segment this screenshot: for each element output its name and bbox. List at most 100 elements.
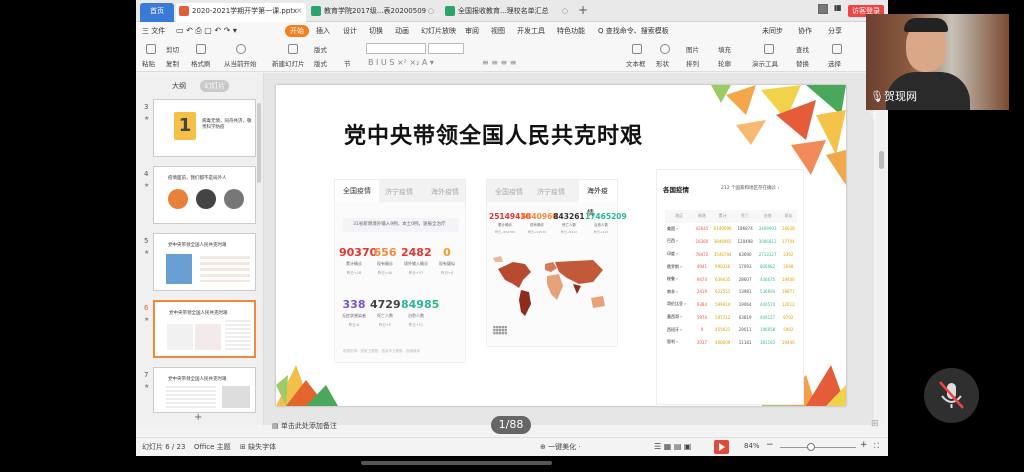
tab-outline[interactable]: 大纲	[168, 80, 190, 92]
picture-button[interactable]: 图片	[686, 44, 699, 54]
scrollbar-thumb[interactable]	[879, 151, 884, 169]
photo-image	[222, 386, 250, 408]
select-icon[interactable]	[832, 44, 842, 54]
slide-thumbnail-7[interactable]: 党中央带领全国人民共克时艰	[153, 367, 256, 413]
zoom-in-icon[interactable]: +	[860, 440, 868, 450]
stat-block: 4729 死亡人数 昨日+0	[370, 298, 401, 328]
view-mode-icons[interactable]: ☰ ▦ ▤ ▣	[654, 442, 691, 451]
zoom-level[interactable]: 84%	[744, 442, 760, 450]
notes-area[interactable]: ▤ 单击此处添加备注	[264, 419, 874, 433]
thumbnail-scrollbar[interactable]	[257, 103, 261, 183]
wps-presentation-window: 首页 2020-2021学期开学第一课.pptx ✕ 教育学院2017级...表…	[136, 0, 888, 456]
table-row[interactable]: 美国 › 42645 6140096 186874 3409003 16638	[665, 223, 797, 236]
layout-button[interactable]: 版式	[314, 44, 327, 54]
cut-button[interactable]: 剪切	[166, 44, 179, 54]
home-tab[interactable]: 首页	[140, 3, 174, 22]
ppt-file-icon	[179, 6, 189, 16]
menu-transition[interactable]: 切换	[369, 25, 383, 37]
grid-view-icon[interactable]: ⊞	[871, 419, 879, 429]
fit-window-icon[interactable]: ⛶	[874, 442, 879, 451]
tab-national[interactable]: 全国疫情	[335, 180, 379, 202]
menu-special[interactable]: 特色功能	[557, 25, 585, 37]
share-button[interactable]: 分享	[828, 25, 842, 37]
country-panel-title: 各国疫情	[663, 186, 689, 194]
tab-overseas[interactable]: 海外疫情	[579, 180, 617, 217]
format-painter-icon[interactable]	[196, 44, 206, 54]
find-button[interactable]: 查找	[796, 44, 809, 54]
tab-overseas[interactable]: 海外疫情	[431, 187, 459, 197]
region-count[interactable]: 212 个国家和地区存在确诊 ›	[721, 185, 779, 191]
tab-slides[interactable]: 幻灯片	[200, 80, 230, 92]
tab-jining[interactable]: 济宁疫情	[385, 187, 413, 197]
zoom-slider-knob[interactable]	[807, 443, 815, 451]
add-slide-plus-icon[interactable]: +	[194, 412, 202, 423]
table-row[interactable]: 秘鲁 › 9474 639435 28607 446675 19406	[665, 273, 797, 286]
news-notice[interactable]: 31省新增境外输入9例，本土0例，速报全治疗	[343, 218, 459, 232]
stat-delta: 昨日-6	[348, 323, 360, 327]
replace-button[interactable]: 替换	[796, 58, 809, 68]
current-slide[interactable]: 党中央带领全国人民共克时艰 全国疫情 济宁疫情 海外疫情 31省新增境外输入9例…	[276, 85, 846, 406]
menu-review[interactable]: 审阅	[465, 25, 479, 37]
menu-dev-tools[interactable]: 开发工具	[517, 25, 545, 37]
font-name-select[interactable]	[366, 43, 426, 54]
paragraph-icons[interactable]: ≡ ≡ ≡ ≡	[482, 58, 516, 67]
textbox-icon[interactable]	[632, 44, 642, 54]
tab-excel-file-1[interactable]: 教育学院2017级...表20200509 ○	[308, 3, 438, 22]
slide-thumbnail-3[interactable]: 1 病毒无情，同舟共济，敬畏科学防疫	[153, 99, 256, 157]
slide-title[interactable]: 党中央带领全国人民共克时艰	[344, 118, 643, 150]
quick-access-icons[interactable]: ▭ ↶ ⎙ ▢ ↶ ↷ ▾	[176, 25, 237, 37]
arrange-button[interactable]: 排列	[686, 58, 699, 68]
zoom-out-icon[interactable]: −	[766, 440, 774, 450]
copy-button[interactable]: 复制	[166, 58, 179, 68]
close-tab-icon[interactable]: ✕	[296, 3, 302, 20]
command-search[interactable]: Q 查找命令、搜索模板	[598, 25, 669, 37]
beautify-button[interactable]: ⊕ 一键美化 ·	[540, 442, 581, 452]
menu-view[interactable]: 视图	[491, 25, 505, 37]
slide-vertical-scrollbar[interactable]	[876, 73, 886, 425]
menu-design[interactable]: 设计	[343, 25, 357, 37]
stat-block: 2482 境外输入确诊 昨日+37	[401, 246, 432, 276]
menu-slideshow[interactable]: 幻灯片放映	[421, 25, 456, 37]
table-row[interactable]: 智利 › 2037 408009 11181 381183 19446	[665, 336, 797, 349]
table-row[interactable]: 俄罗斯 › 4941 990326 17093 806982 2698	[665, 260, 797, 273]
new-slide-icon[interactable]	[288, 44, 298, 54]
tab-jining[interactable]: 济宁疫情	[537, 187, 565, 197]
stat-block: 25149430 累计确诊 昨日+256783	[489, 212, 531, 234]
font-size-select[interactable]	[428, 43, 464, 54]
slideshow-play-icon[interactable]	[714, 440, 729, 454]
table-row[interactable]: 巴西 › 16360 3846965 120498 3006812 17704	[665, 235, 797, 248]
table-row[interactable]: 南非 › 2419 622551 13981 536694 19877	[665, 286, 797, 299]
present-tool-icon[interactable]	[764, 44, 774, 54]
beautify-icon: ⊕	[540, 443, 549, 451]
table-row[interactable]: 西班牙 › 0 455621 29011 196958 5902	[665, 323, 797, 336]
collaborate-button[interactable]: 协作	[798, 25, 812, 37]
paste-icon[interactable]	[146, 44, 156, 54]
section-button[interactable]: 节	[344, 58, 351, 68]
zoom-slider-track[interactable]	[780, 447, 856, 448]
table-row[interactable]: 印度 › 78472 3546794 63690 2713127 2392	[665, 248, 797, 261]
table-row[interactable]: 哥伦比亚 › 9384 599914 19064 440574 12012	[665, 298, 797, 311]
slide-thumbnail-4[interactable]: 疫情面前，我们都不是局外人	[153, 166, 256, 224]
tab-excel-file-2[interactable]: 全国报收教育...理校名单汇总 ○	[442, 3, 572, 22]
file-menu[interactable]: 三 文件	[142, 25, 165, 37]
animation-star-icon: ★	[144, 182, 150, 189]
table-row[interactable]: 墨西哥 › 5974 597712 63819 409127 8702	[665, 311, 797, 324]
menu-start[interactable]: 开始	[285, 25, 309, 37]
slide-thumbnail-5[interactable]: 党中央带领全国人民共克时艰	[153, 233, 256, 291]
outline-button[interactable]: 轮廓	[718, 58, 731, 68]
menu-animation[interactable]: 动画	[395, 25, 409, 37]
grid-icon[interactable]: ▦	[834, 4, 844, 14]
new-tab-plus-icon[interactable]: +	[578, 3, 588, 17]
tab-national[interactable]: 全国疫情	[495, 187, 523, 197]
missing-font-button[interactable]: ⊞ 缺失字体	[240, 442, 276, 452]
fill-button[interactable]: 填充	[718, 44, 731, 54]
mute-microphone-button[interactable]	[924, 368, 979, 423]
slide-thumbnail-6[interactable]: 党中央带领全国人民共克时艰	[153, 300, 256, 358]
text-format-icons[interactable]: B I U S ×² ×₂ A ▾	[368, 58, 434, 67]
shape-icon[interactable]	[660, 44, 670, 54]
unsynced-status[interactable]: 未同步	[762, 25, 783, 37]
text-tool-icon[interactable]: T	[871, 112, 877, 122]
tab-ppt-file[interactable]: 2020-2021学期开学第一课.pptx ✕	[176, 3, 306, 22]
play-from-current-icon[interactable]	[236, 44, 246, 54]
menu-insert[interactable]: 插入	[316, 25, 330, 37]
